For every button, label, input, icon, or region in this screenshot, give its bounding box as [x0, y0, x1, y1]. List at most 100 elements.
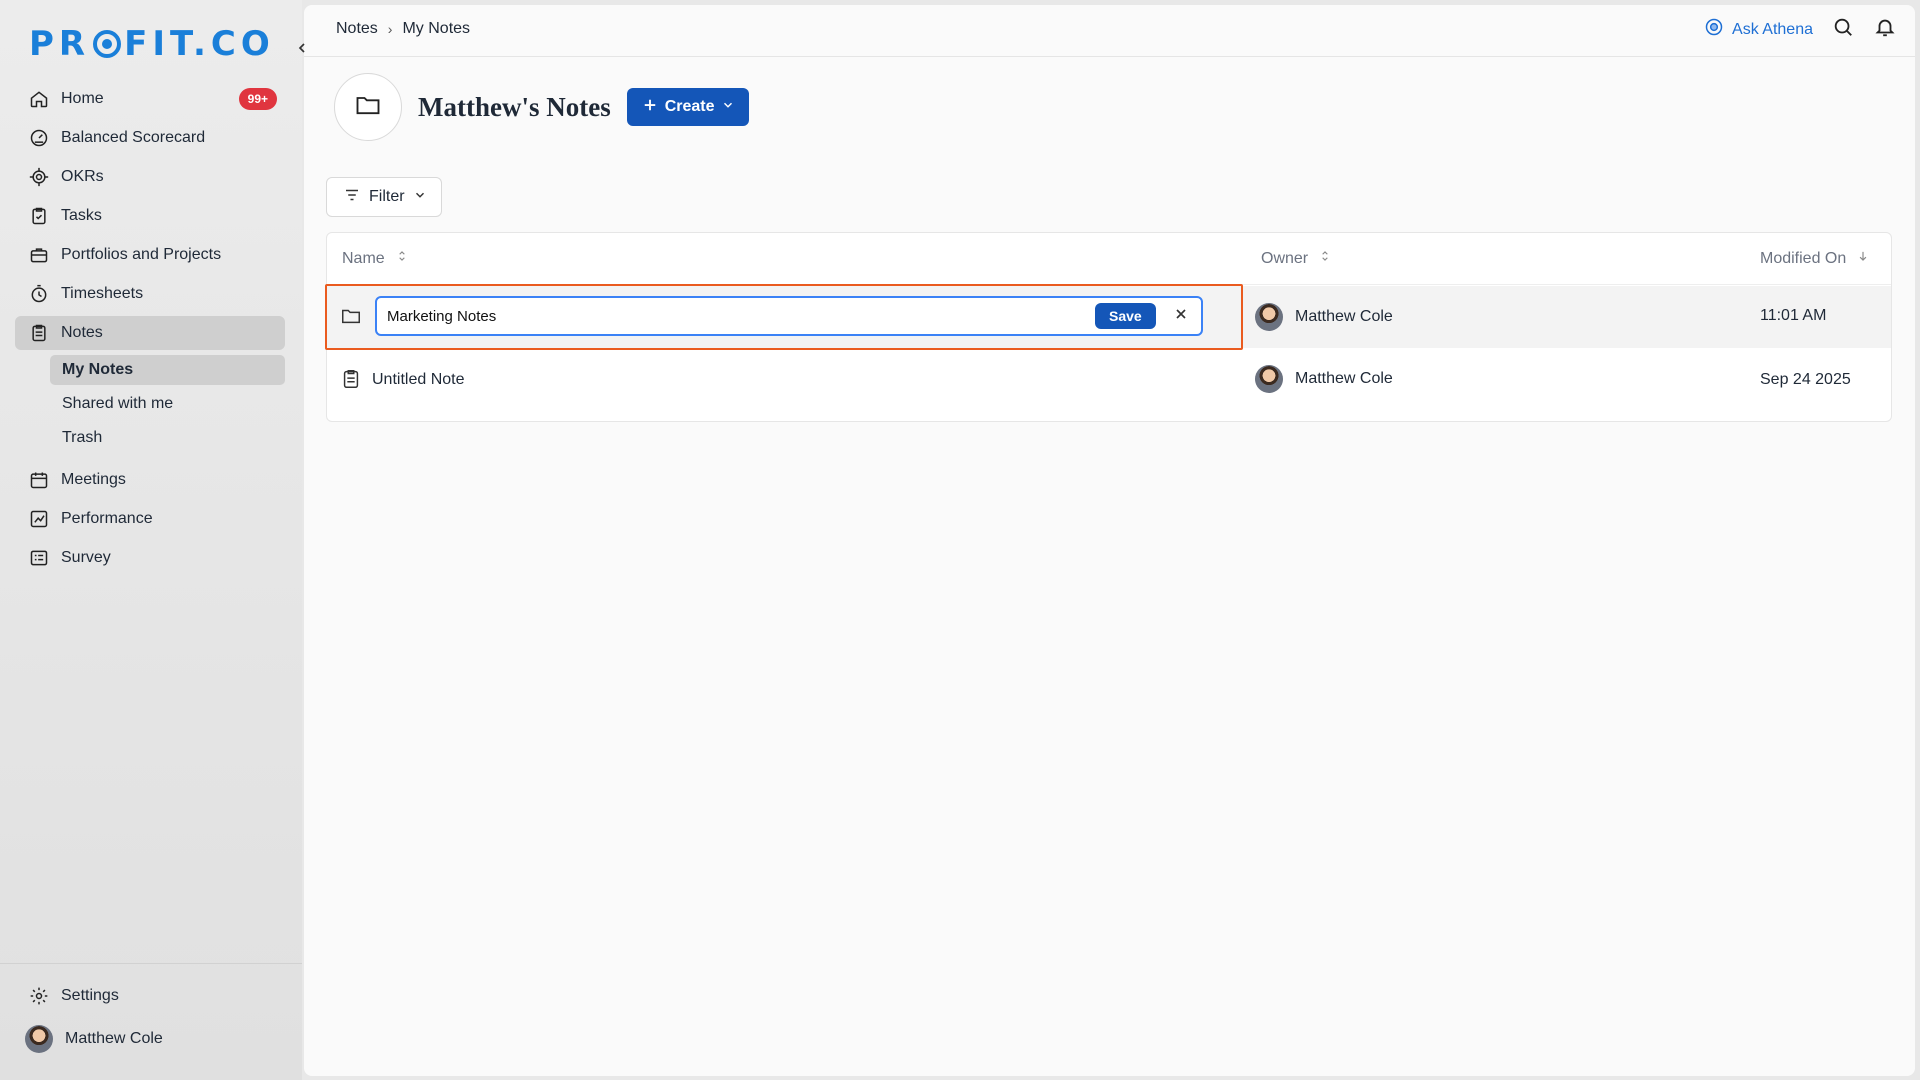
breadcrumb-notes[interactable]: Notes — [336, 20, 378, 38]
sidebar-item-label: Portfolios and Projects — [61, 246, 222, 263]
breadcrumb-my-notes: My Notes — [402, 20, 471, 37]
notification-badge: 99+ — [238, 88, 277, 110]
collapse-sidebar-button[interactable] — [292, 40, 312, 60]
folder-icon — [340, 305, 362, 327]
logo-text-right: FIT.CO — [124, 24, 275, 64]
sidebar-item-settings[interactable]: Settings — [29, 986, 119, 1006]
sidebar-item-label: Performance — [61, 510, 153, 527]
avatar — [1255, 303, 1283, 331]
sidebar-item-timesheets[interactable]: Timesheets — [15, 277, 285, 311]
settings-label: Settings — [61, 987, 119, 1004]
sidebar-nav: Home 99+ Balanced Scorecard OKRs Tasks P… — [15, 82, 285, 580]
table-header: Name Owner Modified On — [327, 233, 1891, 285]
column-header-modified-on[interactable]: Modified On — [1760, 249, 1870, 268]
subnav-my-notes[interactable]: My Notes — [50, 355, 285, 385]
column-header-owner[interactable]: Owner — [1261, 249, 1332, 268]
page-title: Matthew's Notes — [418, 91, 611, 122]
notes-icon — [29, 323, 49, 343]
note-name[interactable]: Untitled Note — [372, 371, 465, 389]
home-icon — [29, 89, 49, 109]
sidebar-divider — [0, 963, 302, 964]
sidebar-item-tasks[interactable]: Tasks — [15, 199, 285, 233]
user-profile[interactable]: Matthew Cole — [25, 1025, 163, 1053]
notifications-button[interactable] — [1873, 18, 1897, 42]
folder-avatar — [334, 73, 402, 141]
create-button[interactable]: Create — [626, 88, 749, 126]
sidebar-item-home[interactable]: Home 99+ — [15, 82, 285, 116]
table-row[interactable]: Untitled Note Matthew Cole Sep 24 2025 — [327, 350, 1891, 412]
sidebar-item-label: Meetings — [61, 471, 126, 488]
table-row[interactable]: Save Matthew Cole 11:01 AM — [325, 284, 1891, 350]
sidebar-item-label: Notes — [61, 324, 103, 341]
search-button[interactable] — [1831, 18, 1855, 42]
sort-icon — [395, 249, 409, 268]
calendar-icon — [29, 470, 49, 490]
avatar — [1255, 365, 1283, 393]
plus-icon — [641, 96, 659, 119]
profit-co-logo[interactable]: PR FIT.CO — [29, 24, 275, 64]
logo-target-icon — [93, 30, 122, 58]
breadcrumb: Notes › My Notes — [336, 20, 470, 38]
top-actions: Ask Athena — [1704, 17, 1897, 42]
search-icon — [1832, 16, 1854, 43]
owner-cell: Matthew Cole — [1255, 303, 1393, 331]
column-label: Name — [342, 249, 385, 267]
sidebar-item-label: Home — [61, 90, 104, 107]
column-label: Owner — [1261, 249, 1309, 267]
owner-cell: Matthew Cole — [1255, 365, 1393, 393]
sidebar-item-label: Tasks — [61, 207, 102, 224]
survey-icon — [29, 548, 49, 568]
owner-name: Matthew Cole — [1295, 370, 1393, 387]
breadcrumb-separator: › — [387, 21, 393, 37]
stopwatch-icon — [29, 284, 49, 304]
cancel-rename-button[interactable] — [1170, 305, 1192, 327]
folder-icon — [354, 91, 382, 124]
sidebar-item-label: Timesheets — [61, 285, 144, 302]
create-label: Create — [664, 98, 715, 115]
chevron-down-icon — [413, 188, 427, 207]
subnav-trash[interactable]: Trash — [50, 423, 285, 453]
ask-athena-button[interactable]: Ask Athena — [1704, 17, 1813, 42]
logo-text-left: PR — [29, 24, 91, 64]
sidebar-item-okrs[interactable]: OKRs — [15, 160, 285, 194]
briefcase-icon — [29, 245, 49, 265]
rename-input[interactable] — [375, 296, 1203, 336]
sidebar-item-portfolios-and-projects[interactable]: Portfolios and Projects — [15, 238, 285, 272]
filter-label: Filter — [369, 188, 405, 205]
notes-subnav: My Notes Shared with me Trash — [50, 355, 285, 453]
sidebar-item-label: Survey — [61, 549, 111, 566]
owner-name: Matthew Cole — [1295, 308, 1393, 325]
sidebar-item-survey[interactable]: Survey — [15, 541, 285, 575]
sidebar-item-notes[interactable]: Notes — [15, 316, 285, 350]
topbar: Notes › My Notes Ask Athena — [304, 5, 1915, 57]
notes-table: Name Owner Modified On Save — [325, 232, 1892, 422]
sidebar-item-meetings[interactable]: Meetings — [15, 463, 285, 497]
chevron-down-icon — [721, 98, 735, 117]
column-label: Modified On — [1760, 249, 1847, 267]
sidebar-item-performance[interactable]: Performance — [15, 502, 285, 536]
sidebar-item-label: OKRs — [61, 168, 104, 185]
save-button[interactable]: Save — [1095, 303, 1156, 329]
sort-desc-icon — [1856, 249, 1870, 268]
close-icon — [1173, 306, 1189, 327]
filter-icon — [343, 186, 361, 209]
main-panel: Notes › My Notes Ask Athena Matthew's No… — [304, 5, 1915, 1076]
note-icon — [340, 368, 362, 390]
clipboard-icon — [29, 206, 49, 226]
sidebar: PR FIT.CO Home 99+ Balanced Scorecard OKR… — [0, 0, 302, 1080]
athena-icon — [1704, 17, 1724, 42]
page-header: Matthew's Notes Create — [334, 73, 749, 141]
user-name: Matthew Cole — [65, 1030, 163, 1047]
avatar — [25, 1025, 53, 1053]
sidebar-item-label: Balanced Scorecard — [61, 129, 206, 146]
target-icon — [29, 167, 49, 187]
sort-icon — [1318, 249, 1332, 268]
filter-button[interactable]: Filter — [326, 177, 442, 217]
scorecard-icon — [29, 128, 49, 148]
chart-icon — [29, 509, 49, 529]
gear-icon — [29, 986, 49, 1006]
modified-cell: Sep 24 2025 — [1760, 371, 1851, 388]
sidebar-item-balanced-scorecard[interactable]: Balanced Scorecard — [15, 121, 285, 155]
column-header-name[interactable]: Name — [342, 249, 409, 268]
subnav-shared-with-me[interactable]: Shared with me — [50, 389, 285, 419]
